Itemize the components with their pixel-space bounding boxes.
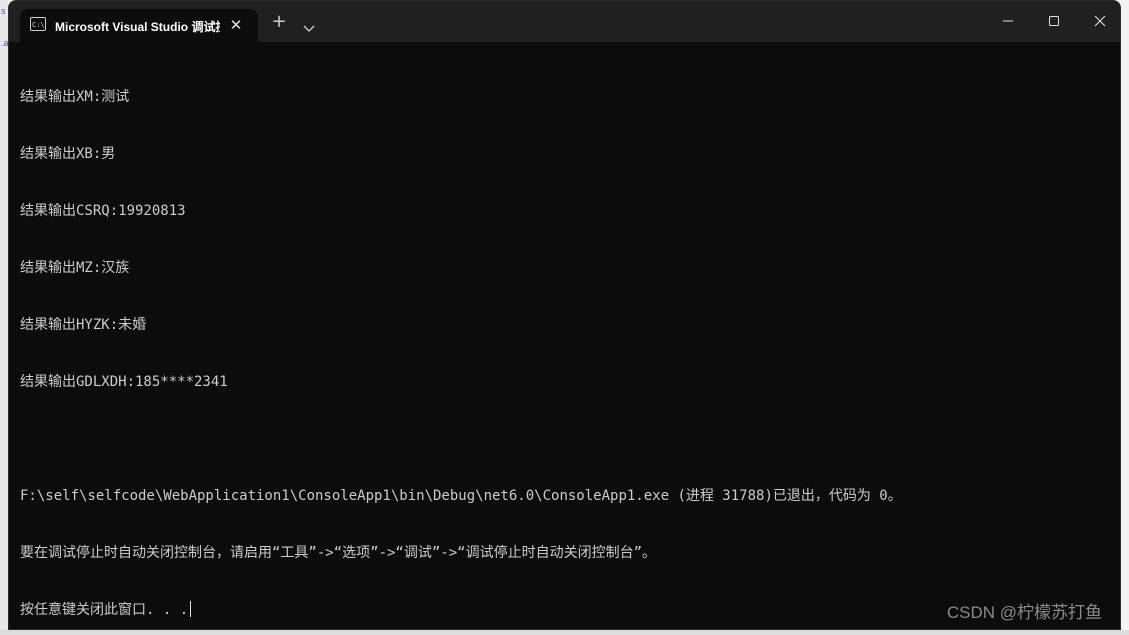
close-icon — [1094, 15, 1106, 27]
maximize-button[interactable] — [1031, 1, 1077, 41]
console-line: 结果输出XB:男 — [20, 146, 116, 162]
tab-title: Microsoft Visual Studio 调试控制台 — [55, 20, 220, 34]
text-cursor — [190, 601, 192, 617]
terminal-window: C:\ Microsoft Visual Studio 调试控制台 ✕ + — [8, 0, 1121, 630]
watermark: CSDN @柠檬苏打鱼 — [946, 603, 1102, 622]
console-line: 结果输出HYZK:未婚 — [20, 317, 147, 333]
console-line: 要在调试停止时自动关闭控制台，请启用“工具”->“选项”->“调试”->“调试停… — [20, 545, 656, 561]
chevron-down-icon[interactable] — [302, 18, 316, 32]
background-window-edge: s .a — [0, 0, 9, 635]
maximize-icon — [1049, 16, 1059, 26]
tab-close-icon[interactable]: ✕ — [228, 17, 244, 33]
new-tab-button[interactable]: + — [271, 13, 287, 31]
minimize-icon — [1003, 20, 1013, 22]
background-window-edge — [0, 630, 1129, 635]
minimize-button[interactable] — [985, 1, 1031, 41]
close-window-button[interactable] — [1077, 1, 1120, 41]
background-text-fragment: s — [1, 6, 6, 16]
console-line: 按任意键关闭此窗口. . . — [20, 602, 189, 618]
console-line: 结果输出CSRQ:19920813 — [20, 203, 186, 219]
console-app-icon: C:\ — [30, 17, 46, 31]
console-line: 结果输出MZ:汉族 — [20, 260, 130, 276]
console-output[interactable]: 结果输出XM:测试 结果输出XB:男 结果输出CSRQ:19920813 结果输… — [9, 42, 1120, 629]
console-line: 结果输出GDLXDH:185****2341 — [20, 374, 228, 390]
svg-text:C:\: C:\ — [32, 21, 44, 29]
title-bar[interactable]: C:\ Microsoft Visual Studio 调试控制台 ✕ + — [9, 1, 1120, 42]
console-line: 结果输出XM:测试 — [20, 89, 130, 105]
tab-debug-console[interactable]: C:\ Microsoft Visual Studio 调试控制台 ✕ — [20, 9, 258, 42]
console-line: F:\self\selfcode\WebApplication1\Console… — [20, 488, 902, 504]
